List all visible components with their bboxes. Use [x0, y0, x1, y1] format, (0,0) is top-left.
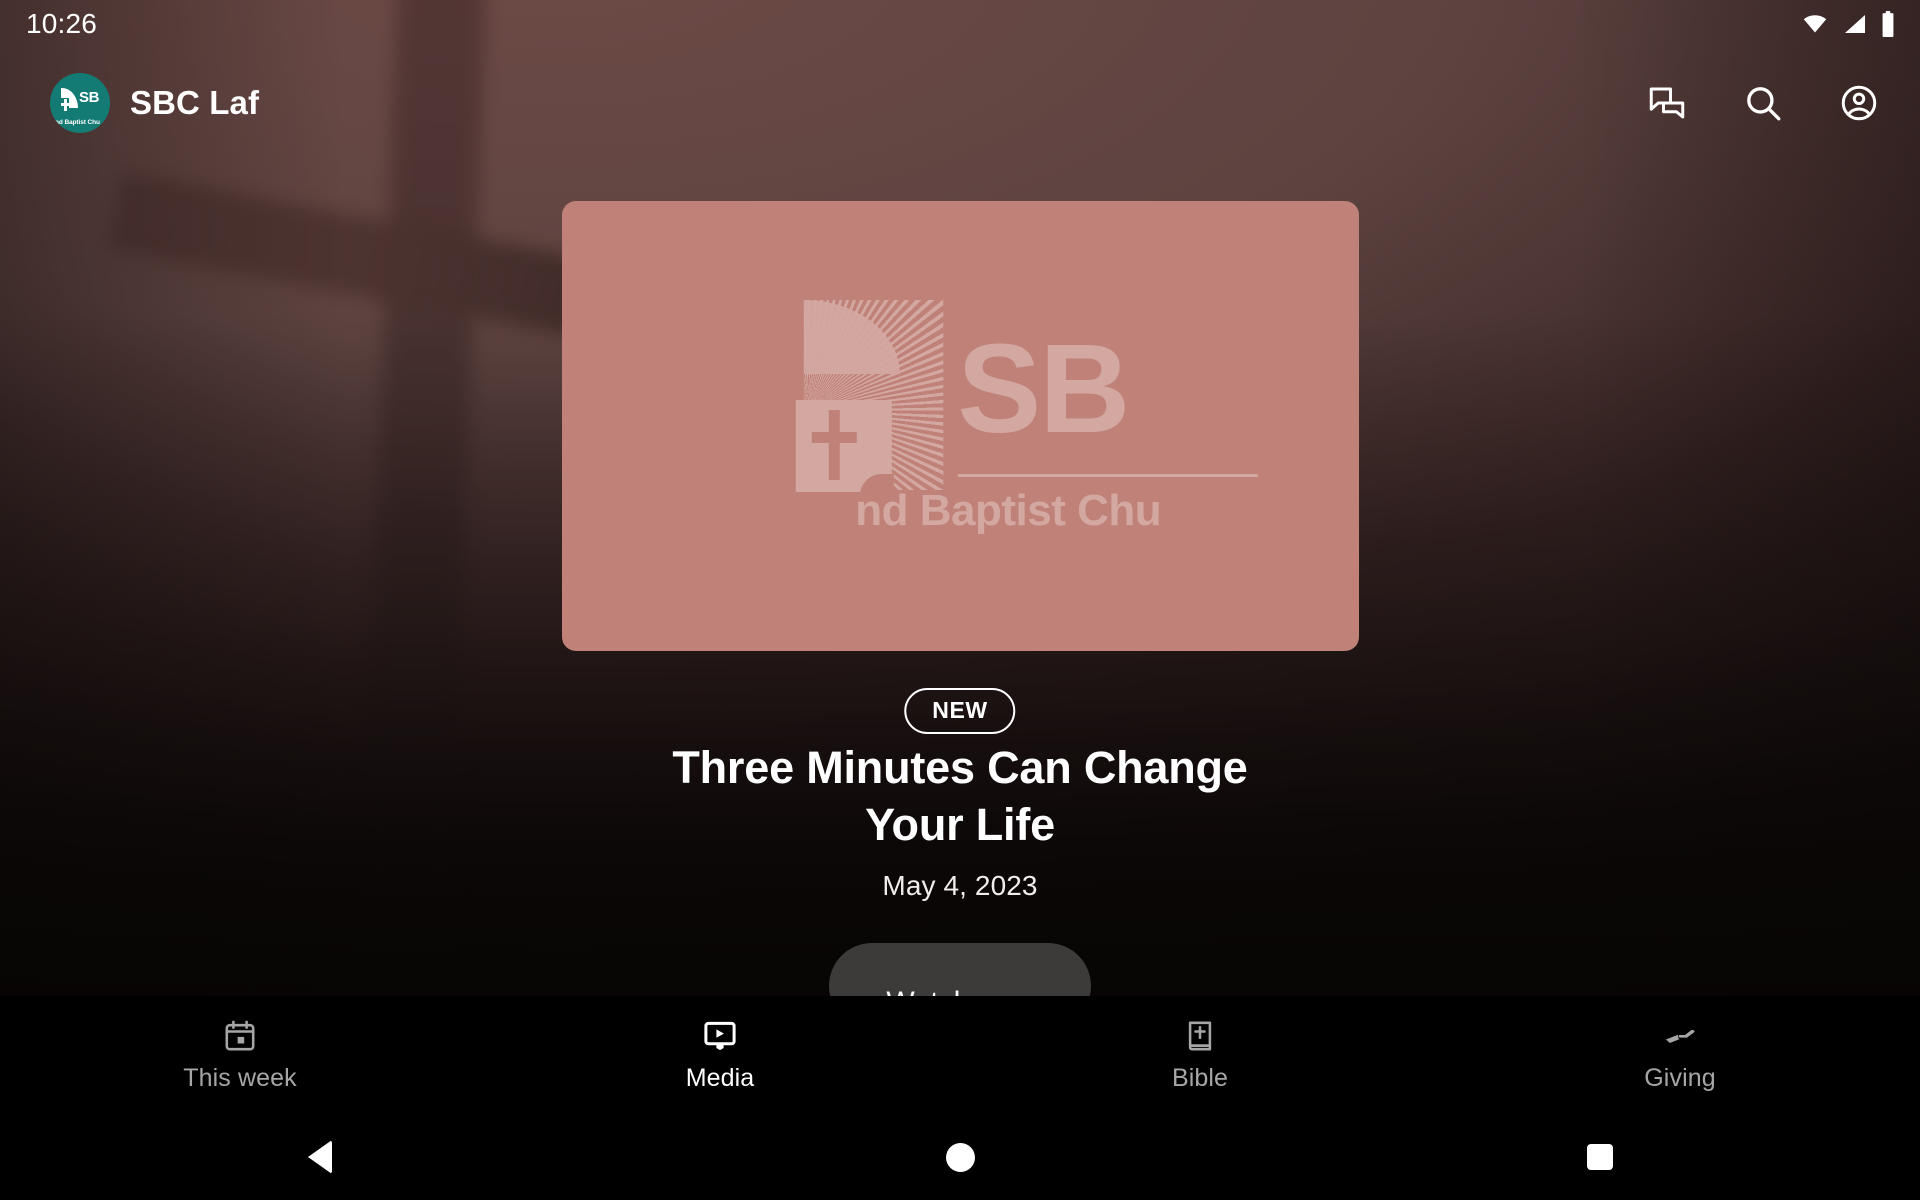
calendar-icon: [222, 1018, 258, 1054]
recents-square-icon: [1587, 1144, 1613, 1170]
search-icon[interactable]: [1740, 80, 1786, 126]
wifi-icon: [1800, 12, 1830, 36]
logo-initials: SB: [957, 318, 1130, 459]
logo-subtext: nd Baptist Chu: [855, 486, 1162, 535]
brand[interactable]: SB nd Baptist Chu SBC Laf: [50, 73, 259, 133]
recents-button[interactable]: [1280, 1114, 1920, 1200]
status-badge: NEW: [904, 688, 1016, 734]
logo-rule: [957, 474, 1258, 477]
account-icon[interactable]: [1836, 80, 1882, 126]
bible-book-icon: [1182, 1018, 1218, 1054]
media-thumbnail[interactable]: SB nd Baptist Chu: [562, 201, 1359, 651]
status-clock: 10:26: [26, 8, 98, 39]
back-button[interactable]: [0, 1114, 640, 1200]
app-title: SBC Laf: [130, 84, 260, 121]
app-root: 10:26 SB nd Baptist Chu SBC Laf SB nd Ba…: [0, 0, 1920, 1200]
logo-cross-horizontal: [61, 103, 70, 106]
logo-cross-horizontal: [811, 432, 857, 443]
back-triangle-icon: [308, 1140, 332, 1174]
media-date: May 4, 2023: [882, 870, 1038, 901]
logo-open-book: [795, 400, 894, 500]
system-navigation-bar: [0, 1114, 1920, 1200]
home-button[interactable]: [640, 1114, 1280, 1200]
chat-icon[interactable]: [1644, 80, 1690, 126]
status-icons: [1800, 11, 1896, 37]
media-title: Three Minutes Can Change Your Life: [672, 742, 1248, 850]
tab-giving[interactable]: Giving: [1440, 996, 1920, 1114]
logo-mark: [795, 296, 945, 500]
sbc-laf-logo: SB nd Baptist Chu: [50, 73, 110, 133]
tab-label: Giving: [1644, 1063, 1716, 1092]
home-circle-icon: [945, 1142, 975, 1172]
tab-label: Media: [685, 1063, 755, 1092]
app-bar-actions: [1644, 80, 1882, 126]
tab-bible[interactable]: Bible: [960, 996, 1440, 1114]
bottom-tab-bar: This week Media Bible Giving: [0, 996, 1920, 1114]
logo-subtext: nd Baptist Chu: [55, 119, 100, 126]
video-monitor-icon: [702, 1018, 738, 1054]
tab-this-week[interactable]: This week: [0, 996, 480, 1114]
battery-icon: [1880, 11, 1896, 37]
logo-initials: SB: [79, 89, 100, 106]
tab-label: Bible: [1171, 1063, 1229, 1092]
tab-label: This week: [183, 1063, 297, 1092]
cellular-signal-icon: [1842, 12, 1868, 36]
status-bar: 10:26: [0, 0, 1920, 48]
top-app-bar: SB nd Baptist Chu SBC Laf: [0, 48, 1920, 158]
church-logo-watermark: SB nd Baptist Chu: [675, 296, 1295, 556]
giving-hand-icon: [1662, 1018, 1698, 1054]
tab-media[interactable]: Media: [480, 996, 960, 1114]
logo-cross-vertical: [828, 410, 840, 480]
